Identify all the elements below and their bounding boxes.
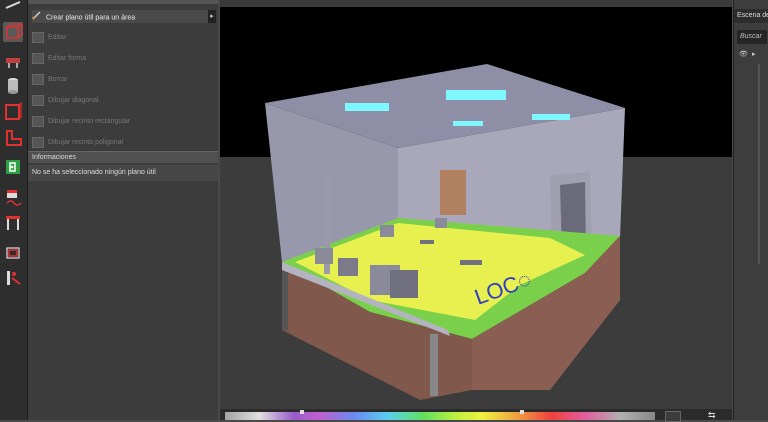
cube-icon[interactable]: [3, 22, 24, 42]
rect-room-icon: [32, 115, 44, 127]
draw-polygon-room-item: Dibujar recinto poligonal: [32, 136, 214, 149]
edit-label: Editar: [48, 34, 67, 41]
delete-label: Borrar: [48, 76, 68, 83]
diagonal-icon: [32, 94, 44, 106]
draw-diagonal-label: Dibujar diagonal: [48, 97, 99, 104]
delete-icon: [32, 73, 44, 85]
create-plane-item[interactable]: Crear plano útil para un área: [32, 10, 208, 23]
eye-icon[interactable]: 👁: [739, 50, 748, 58]
edit-icon: [32, 31, 44, 43]
pencil-icon: [32, 10, 42, 25]
tools-panel: Crear plano útil para un área ▸ Editar E…: [28, 0, 218, 420]
palette-marker-1[interactable]: [300, 410, 304, 414]
draw-rect-room-label: Dibujar recinto rectangular: [48, 118, 131, 125]
nav-button[interactable]: [665, 411, 681, 422]
polygon-room-icon: [32, 136, 44, 148]
draw-rect-room-item: Dibujar recinto rectangular: [32, 115, 214, 128]
edit-shape-label: Editar forma: [48, 55, 87, 62]
draw-icon[interactable]: [3, 0, 23, 20]
create-plane-label: Crear plano útil para un área: [46, 14, 136, 22]
cylinder-icon[interactable]: [3, 76, 23, 96]
luminaire-icon[interactable]: [3, 52, 23, 72]
info-message: No se ha seleccionado ningún plano útil: [28, 165, 218, 181]
scene-tab[interactable]: Escena de: [734, 9, 768, 23]
floor-plan-icon[interactable]: [3, 128, 23, 148]
edit-item: Editar: [32, 31, 214, 44]
swap-icon[interactable]: ⇆: [708, 410, 716, 421]
measure-icon[interactable]: [3, 213, 23, 233]
left-toolbar: [0, 0, 28, 420]
exit-sign-icon[interactable]: [3, 157, 23, 177]
person-route-icon[interactable]: [3, 268, 23, 288]
expand-arrow-icon[interactable]: ▸: [752, 50, 756, 58]
edit-shape-icon: [32, 52, 44, 64]
calculation-icon[interactable]: [3, 188, 23, 208]
scene-render: LOC◌: [220, 7, 732, 410]
dropdown-arrow-icon[interactable]: ▸: [208, 10, 216, 23]
edit-shape-item: Editar forma: [32, 52, 214, 65]
wall-icon[interactable]: [3, 101, 23, 122]
3d-viewport[interactable]: LOC◌: [220, 0, 732, 410]
draw-diagonal-item: Dibujar diagonal: [32, 94, 214, 107]
panel-header: [28, 0, 218, 4]
color-palette[interactable]: [225, 412, 655, 420]
tree-line: [758, 64, 760, 264]
draw-polygon-room-label: Dibujar recinto poligonal: [48, 139, 124, 146]
frame-icon[interactable]: [3, 243, 23, 263]
search-input[interactable]: Buscar: [737, 30, 767, 44]
palette-marker-2[interactable]: [520, 410, 524, 414]
delete-item: Borrar: [32, 73, 214, 86]
info-header: Informaciones: [28, 151, 218, 163]
scene-panel: Escena de Buscar 👁 ▸: [733, 0, 768, 420]
